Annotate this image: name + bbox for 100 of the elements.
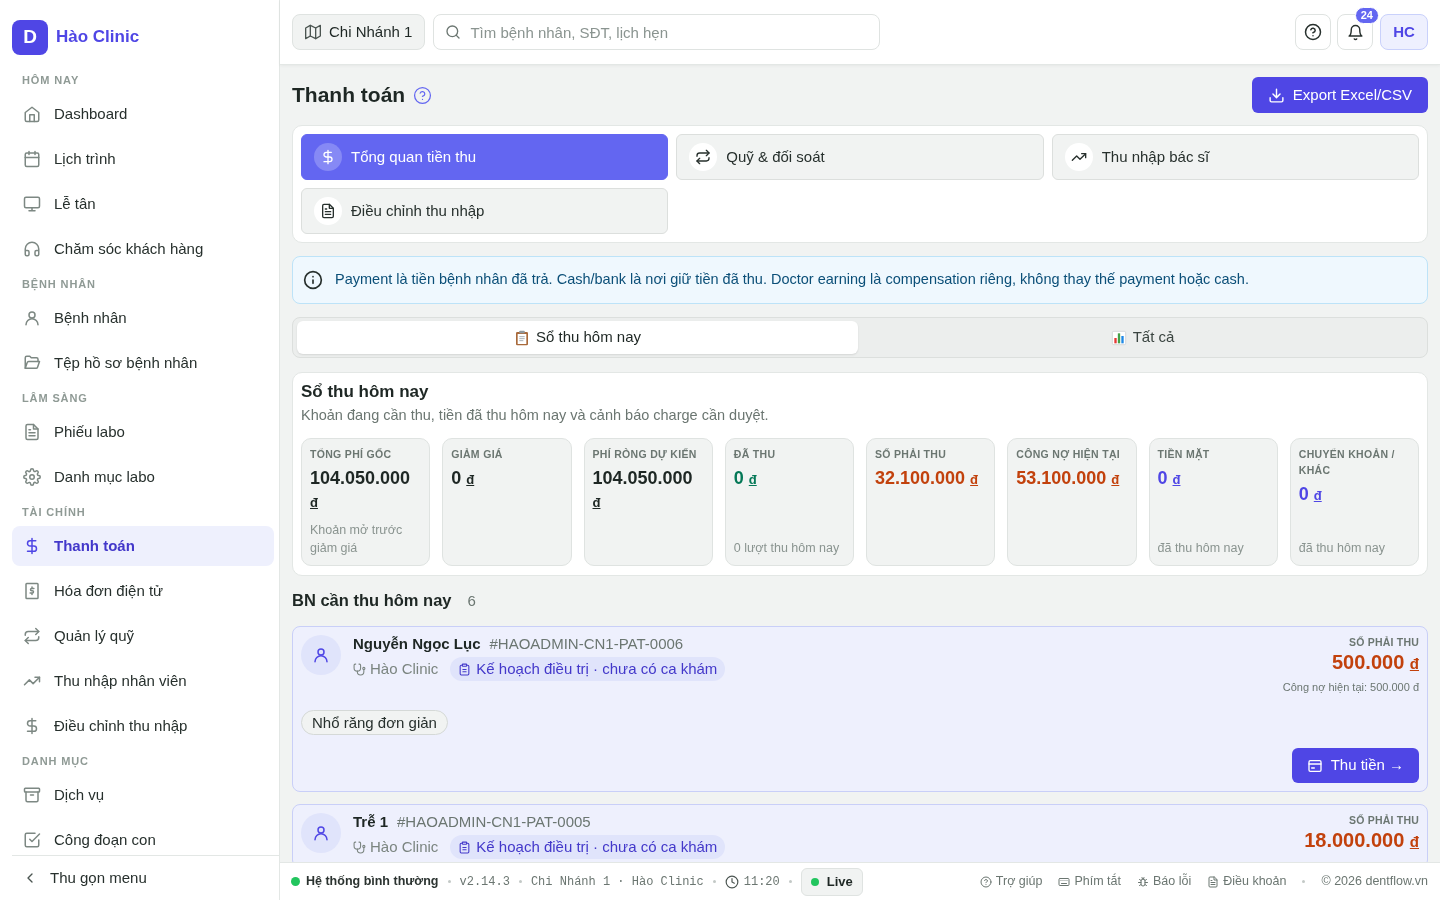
user-icon [23,309,41,327]
stat-note: Khoản mở trước giảm giá [310,522,404,557]
swap-arrows-icon [23,627,41,645]
export-button[interactable]: Export Excel/CSV [1251,77,1428,113]
stat-label: CHUYỂN KHOẢN / KHÁC [1298,447,1396,478]
sidebar-item[interactable]: Danh mục labo [12,457,274,497]
clinic-name: Hào Clinic [370,836,439,857]
folder-icon [23,354,41,372]
bug-icon [1137,875,1149,888]
stethoscope-icon [353,662,366,676]
tab[interactable]: Điều chỉnh thu nhập [301,188,669,234]
sidebar-item[interactable]: Thu nhập nhân viên [12,661,274,701]
view-tab[interactable]: Sổ thu hôm nay [297,321,858,354]
sidebar-section-heading: LÂM SÀNG [21,391,89,406]
stat-note: 0 lượt thu hôm nay [733,540,841,557]
stat-label: CÔNG NỢ HIỆN TẠI [1016,447,1122,462]
live-button[interactable]: Live [800,867,863,896]
stat-note: đã thu hôm nay [1157,540,1245,557]
sidebar-item[interactable]: Lễ tân [12,184,274,224]
status-dot-icon [291,877,300,886]
amount-due-label: SỐ PHẢI THU [1348,635,1419,649]
sidebar-item[interactable]: Phiếu labo [12,412,274,452]
stat-label: TỔNG PHÍ GỐC [310,447,393,462]
stat-label: GIẢM GIÁ [451,447,504,462]
branch-button[interactable]: Chi Nhánh 1 [292,14,426,50]
document-icon [23,423,41,441]
sidebar-item[interactable]: Dịch vụ [12,775,274,815]
help-icon [413,85,433,105]
tab[interactable]: Tổng quan tiền thu [301,134,669,180]
sidebar-item[interactable]: Chăm sóc khách hàng [12,229,274,269]
settings-icon [23,468,41,486]
collect-payment-button[interactable]: Thu tiền → [1291,748,1419,783]
system-status: Hệ thống bình thường [306,873,439,891]
sidebar-item[interactable]: Hóa đơn điện tử [12,571,274,611]
view-tab[interactable]: Tất cả [862,321,1423,354]
info-text: Payment là tiền bệnh nhân đã trả. Cash/bank là nơi giữ tiền đã thu. Doctor earning là compensation riêng, không thay thế payment hoặc cash. [335,270,1249,290]
sidebar-section-heading: BỆNH NHÂN [21,277,97,293]
footer-link[interactable]: Trợ giúp [979,872,1043,891]
help-button[interactable] [1295,14,1331,50]
bar-chart-icon [1110,329,1127,346]
document-icon [314,197,342,225]
brand-name: Hào Clinic [56,26,140,49]
archive-icon [23,786,41,804]
stethoscope-icon [353,840,366,854]
stat-value: 0 đ [451,467,476,490]
app-version: v2.14.3 [459,873,510,891]
sidebar-section-heading: HÔM NAY [21,73,81,88]
notifications-button[interactable]: 24 [1337,7,1379,50]
download-icon [1267,86,1285,104]
tab[interactable]: Quỹ & đối soát [676,134,1044,180]
footer-link[interactable]: Báo lỗi [1137,872,1192,891]
stat-label: ĐÃ THU [733,447,777,462]
current-debt: Công nợ hiện tại: 500.000 đ [1282,680,1419,695]
sidebar-item[interactable]: Tệp hồ sơ bệnh nhân [12,343,274,383]
sidebar-item[interactable]: Lịch trình [12,139,274,179]
patient-name: Trễ 1 [353,813,389,831]
sidebar-item[interactable]: Thanh toán [12,526,274,566]
collapse-menu-link[interactable]: Thu gọn menu [12,866,157,890]
patient-code: #HAOADMIN-CN1-PAT-0005 [397,813,591,831]
sidebar-item[interactable]: Bệnh nhân [12,298,274,338]
clock-icon [724,874,739,889]
sidebar-item[interactable]: Quản lý quỹ [12,616,274,656]
keyboard-icon [1058,875,1071,888]
sidebar-item[interactable]: Điều chỉnh thu nhập [12,706,274,746]
page-title: Thanh toán [292,82,406,108]
sidebar-section-heading: TÀI CHÍNH [21,505,87,520]
stat-value: 32.100.000 đ [875,467,980,490]
app-logo: D [12,19,48,55]
search-field[interactable]: Tìm bệnh nhân, SĐT, lịch hẹn [433,14,881,50]
swap-arrows-icon [689,143,718,171]
map-icon [305,24,321,40]
footer-link[interactable]: Điều khoản [1207,872,1287,891]
stat-value: 104.050.000 đ [310,467,412,512]
plan-label: Kế hoạch điều trị · chưa có ca khám [476,658,718,679]
stat-label: TIỀN MẶT [1157,447,1211,462]
tab[interactable]: Thu nhập bác sĩ [1051,134,1419,180]
sidebar-item[interactable]: Dashboard [12,94,274,134]
search-icon [445,24,462,40]
stat-value: 0 đ [733,467,758,490]
notification-count: 24 [1354,7,1379,24]
document-icon [1207,875,1220,888]
clipboard-icon [513,329,530,346]
help-icon [1304,23,1322,41]
receipt-icon [23,582,41,600]
sidebar-item[interactable]: Công đoạn con [12,820,274,855]
monitor-icon [23,195,41,213]
plan-label: Kế hoạch điều trị · chưa có ca khám [476,836,718,857]
stat-value: 53.100.000 đ [1016,467,1121,490]
stat-label: PHÍ RÒNG DỰ KIẾN [592,447,698,462]
amount-due: 18.000.000 đ [1304,828,1419,853]
footer-link[interactable]: Phím tắt [1058,872,1121,891]
section-title: BN cần thu hôm nay [292,590,452,610]
section-subtitle: Khoản đang cần thu, tiền đã thu hôm nay và cảnh báo charge cần duyệt. [301,406,770,425]
user-avatar-button[interactable]: HC [1380,14,1428,50]
trend-up-icon [1064,143,1093,171]
user-avatar-icon [301,635,341,675]
patient-name: Nguyễn Ngọc Lục [353,635,481,653]
bell-icon [1346,23,1364,41]
stat-label: SỐ PHẢI THU [875,447,948,462]
sidebar-section-heading: DANH MỤC [21,754,90,770]
